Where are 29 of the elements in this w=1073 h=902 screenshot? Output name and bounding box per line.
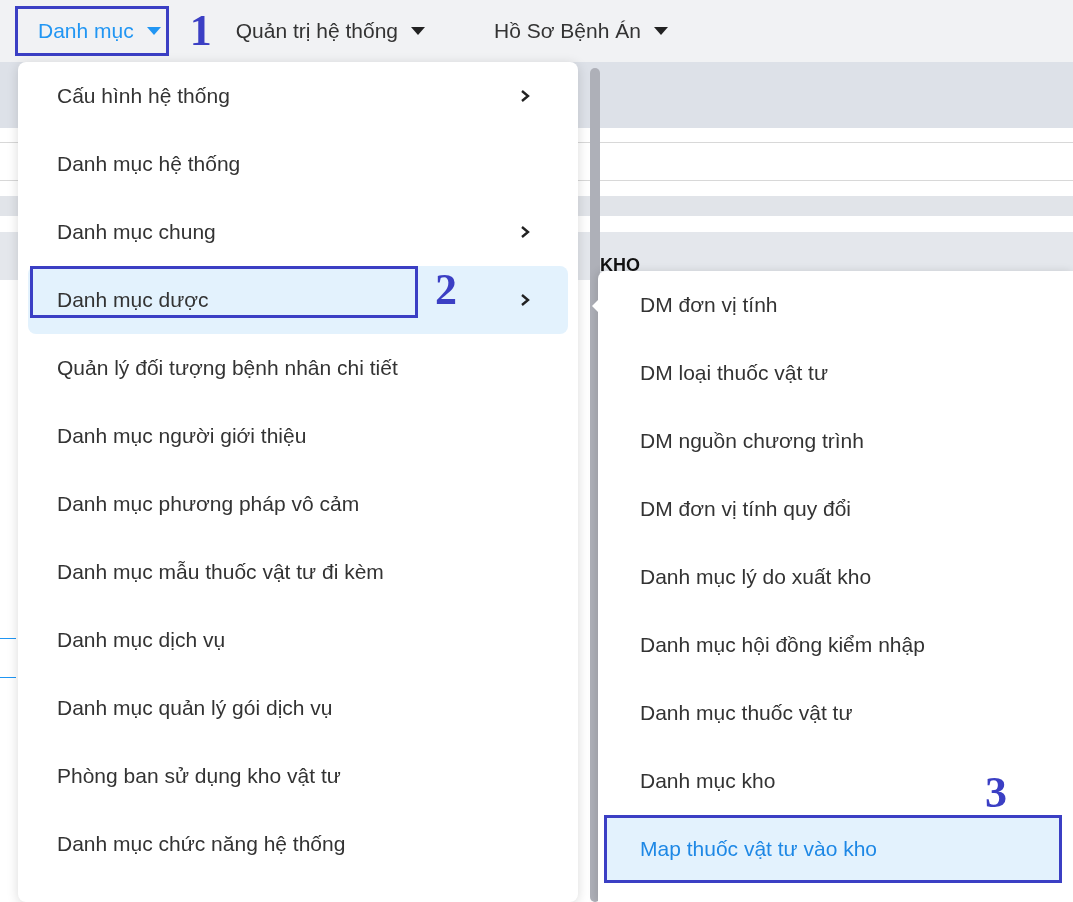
menu-item[interactable]: Danh mục chức năng hệ thống xyxy=(28,810,568,878)
submenu-item[interactable]: Danh mục thuốc vật tư xyxy=(640,701,853,725)
menu-item[interactable]: Danh mục hệ thống xyxy=(28,130,568,198)
menu-item[interactable]: Cấu hình hệ thống xyxy=(28,62,568,130)
annotation-number: 1 xyxy=(189,9,212,53)
submenu-item[interactable]: DM đơn vị tính quy đổi xyxy=(640,497,852,521)
column-header: KHO xyxy=(600,255,640,276)
submenu-item[interactable]: DM nguồn chương trình xyxy=(640,429,864,453)
menu-item[interactable]: Danh mục mẫu thuốc vật tư đi kèm xyxy=(28,538,568,606)
submenu-item[interactable]: Danh mục lý do xuất kho xyxy=(640,565,872,589)
caret-icon xyxy=(652,26,669,36)
menu-item[interactable]: Danh mục quản lý gói dịch vụ xyxy=(28,674,568,742)
submenu-item[interactable]: Danh mục kho xyxy=(640,769,776,793)
caret-icon xyxy=(145,26,162,36)
annotation-number: 3 xyxy=(985,771,1007,815)
menu-item[interactable]: Danh mục phương pháp vô cảm xyxy=(28,470,568,538)
menu-item[interactable]: Danh mục người giới thiệu xyxy=(28,402,568,470)
caret-icon xyxy=(410,26,426,36)
menu-item[interactable]: Phòng ban sử dụng kho vật tư xyxy=(28,742,568,810)
field-underline xyxy=(0,638,16,678)
submenu-item[interactable]: DM đơn vị tính xyxy=(640,293,778,317)
submenu-item[interactable]: Danh mục hội đồng kiểm nhập xyxy=(640,633,925,657)
submenu-item[interactable]: DM loại thuốc vật tư xyxy=(640,361,828,385)
menu-item[interactable]: Danh mục chung xyxy=(28,198,568,266)
nav-menu-item[interactable]: Hồ Sơ Bệnh Án xyxy=(494,9,673,53)
nav-menu-item[interactable]: Quản trị hệ thống xyxy=(235,9,430,53)
annotation-number: 2 xyxy=(435,268,457,312)
menu-item[interactable]: Quản lý đối tượng bệnh nhân chi tiết xyxy=(28,334,568,402)
menu-item[interactable]: Danh mục dịch vụ xyxy=(28,606,568,674)
